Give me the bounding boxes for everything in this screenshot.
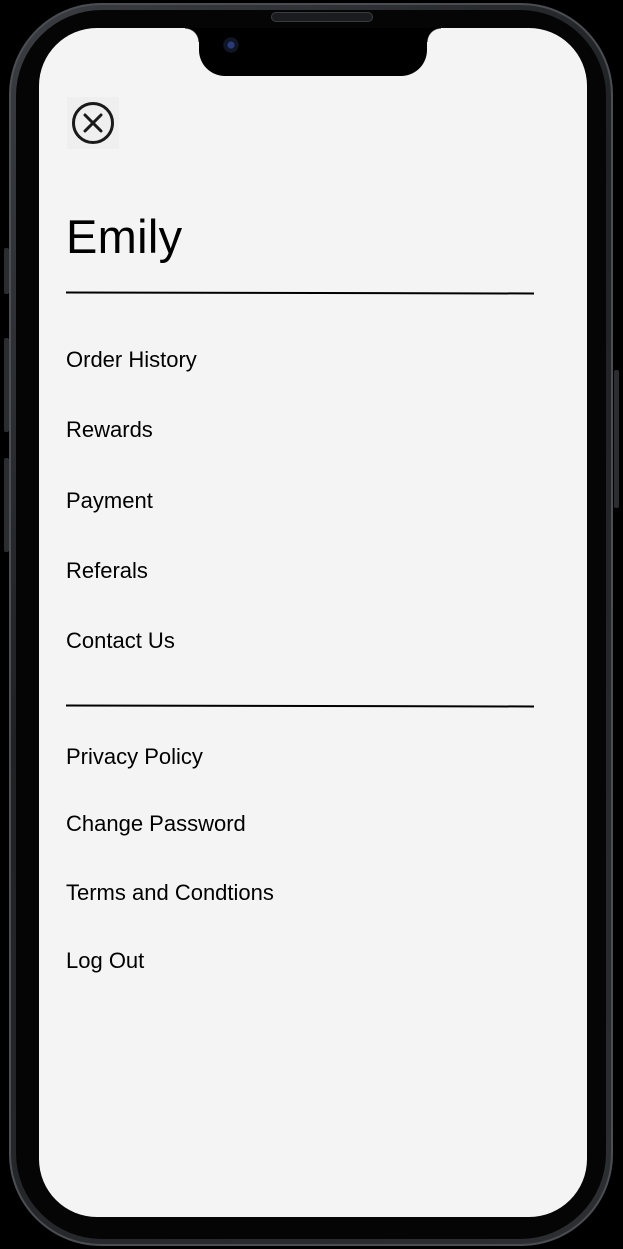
app-screen: Emily Order History Rewards Payment Refe… [39,28,587,1217]
menu-item-privacy-policy[interactable]: Privacy Policy [66,746,203,768]
menu-item-referals[interactable]: Referals [66,560,148,582]
menu-item-log-out[interactable]: Log Out [66,950,144,972]
menu-item-rewards[interactable]: Rewards [66,419,153,441]
notch [185,28,441,76]
front-camera [223,37,239,53]
menu-item-order-history[interactable]: Order History [66,349,197,371]
section-divider [65,704,535,708]
mute-switch [4,248,9,294]
menu-item-contact-us[interactable]: Contact Us [66,630,175,652]
user-name-heading: Emily [66,210,183,263]
earpiece-speaker [271,12,373,22]
menu-item-terms-and-conditions[interactable]: Terms and Condtions [66,882,274,904]
volume-up-button [4,338,9,432]
section-divider [65,291,535,295]
volume-down-button [4,458,9,552]
menu-item-change-password[interactable]: Change Password [66,813,246,835]
close-circle-icon [72,102,114,144]
menu-item-payment[interactable]: Payment [66,490,153,512]
power-button [614,370,619,508]
close-menu-button[interactable] [67,97,119,149]
